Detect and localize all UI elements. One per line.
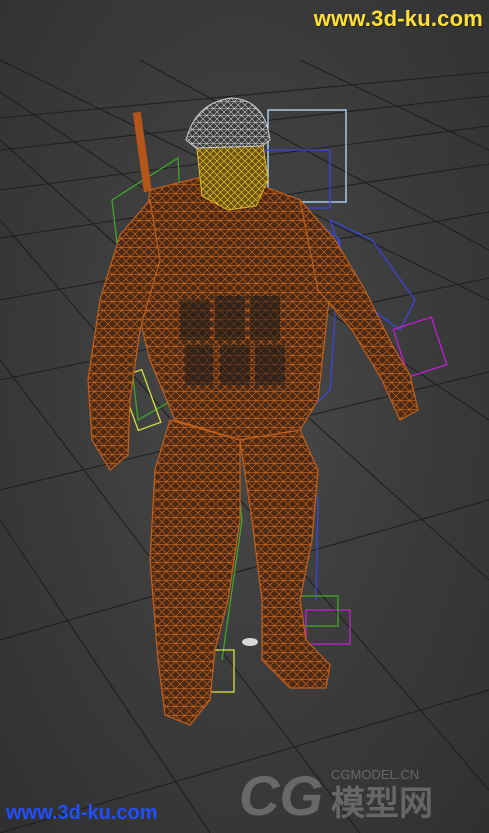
logo-domain: CGMODEL.CN <box>331 767 419 782</box>
right-foot-bone[interactable] <box>305 609 351 645</box>
cgmodel-logo: CG CGMODEL.CN 模型网 <box>239 763 469 827</box>
right-foot-bone-inner[interactable] <box>297 595 339 627</box>
viewport-scene[interactable] <box>0 0 489 833</box>
watermark-top: www.3d-ku.com <box>313 6 483 31</box>
left-leg-mesh[interactable] <box>149 419 241 726</box>
logo-mark: CG <box>239 764 323 823</box>
watermark-bottom: www.3d-ku.com <box>6 802 158 824</box>
rifle-strap[interactable] <box>132 111 152 193</box>
logo-chinese: 模型网 <box>331 784 433 823</box>
head-bone-box[interactable] <box>267 109 347 203</box>
3d-viewport[interactable]: www.3d-ku.com www.3d-ku.com CG CGMODEL.C… <box>0 0 489 833</box>
helmet-mesh[interactable] <box>185 97 271 149</box>
pivot-point[interactable] <box>242 638 258 646</box>
